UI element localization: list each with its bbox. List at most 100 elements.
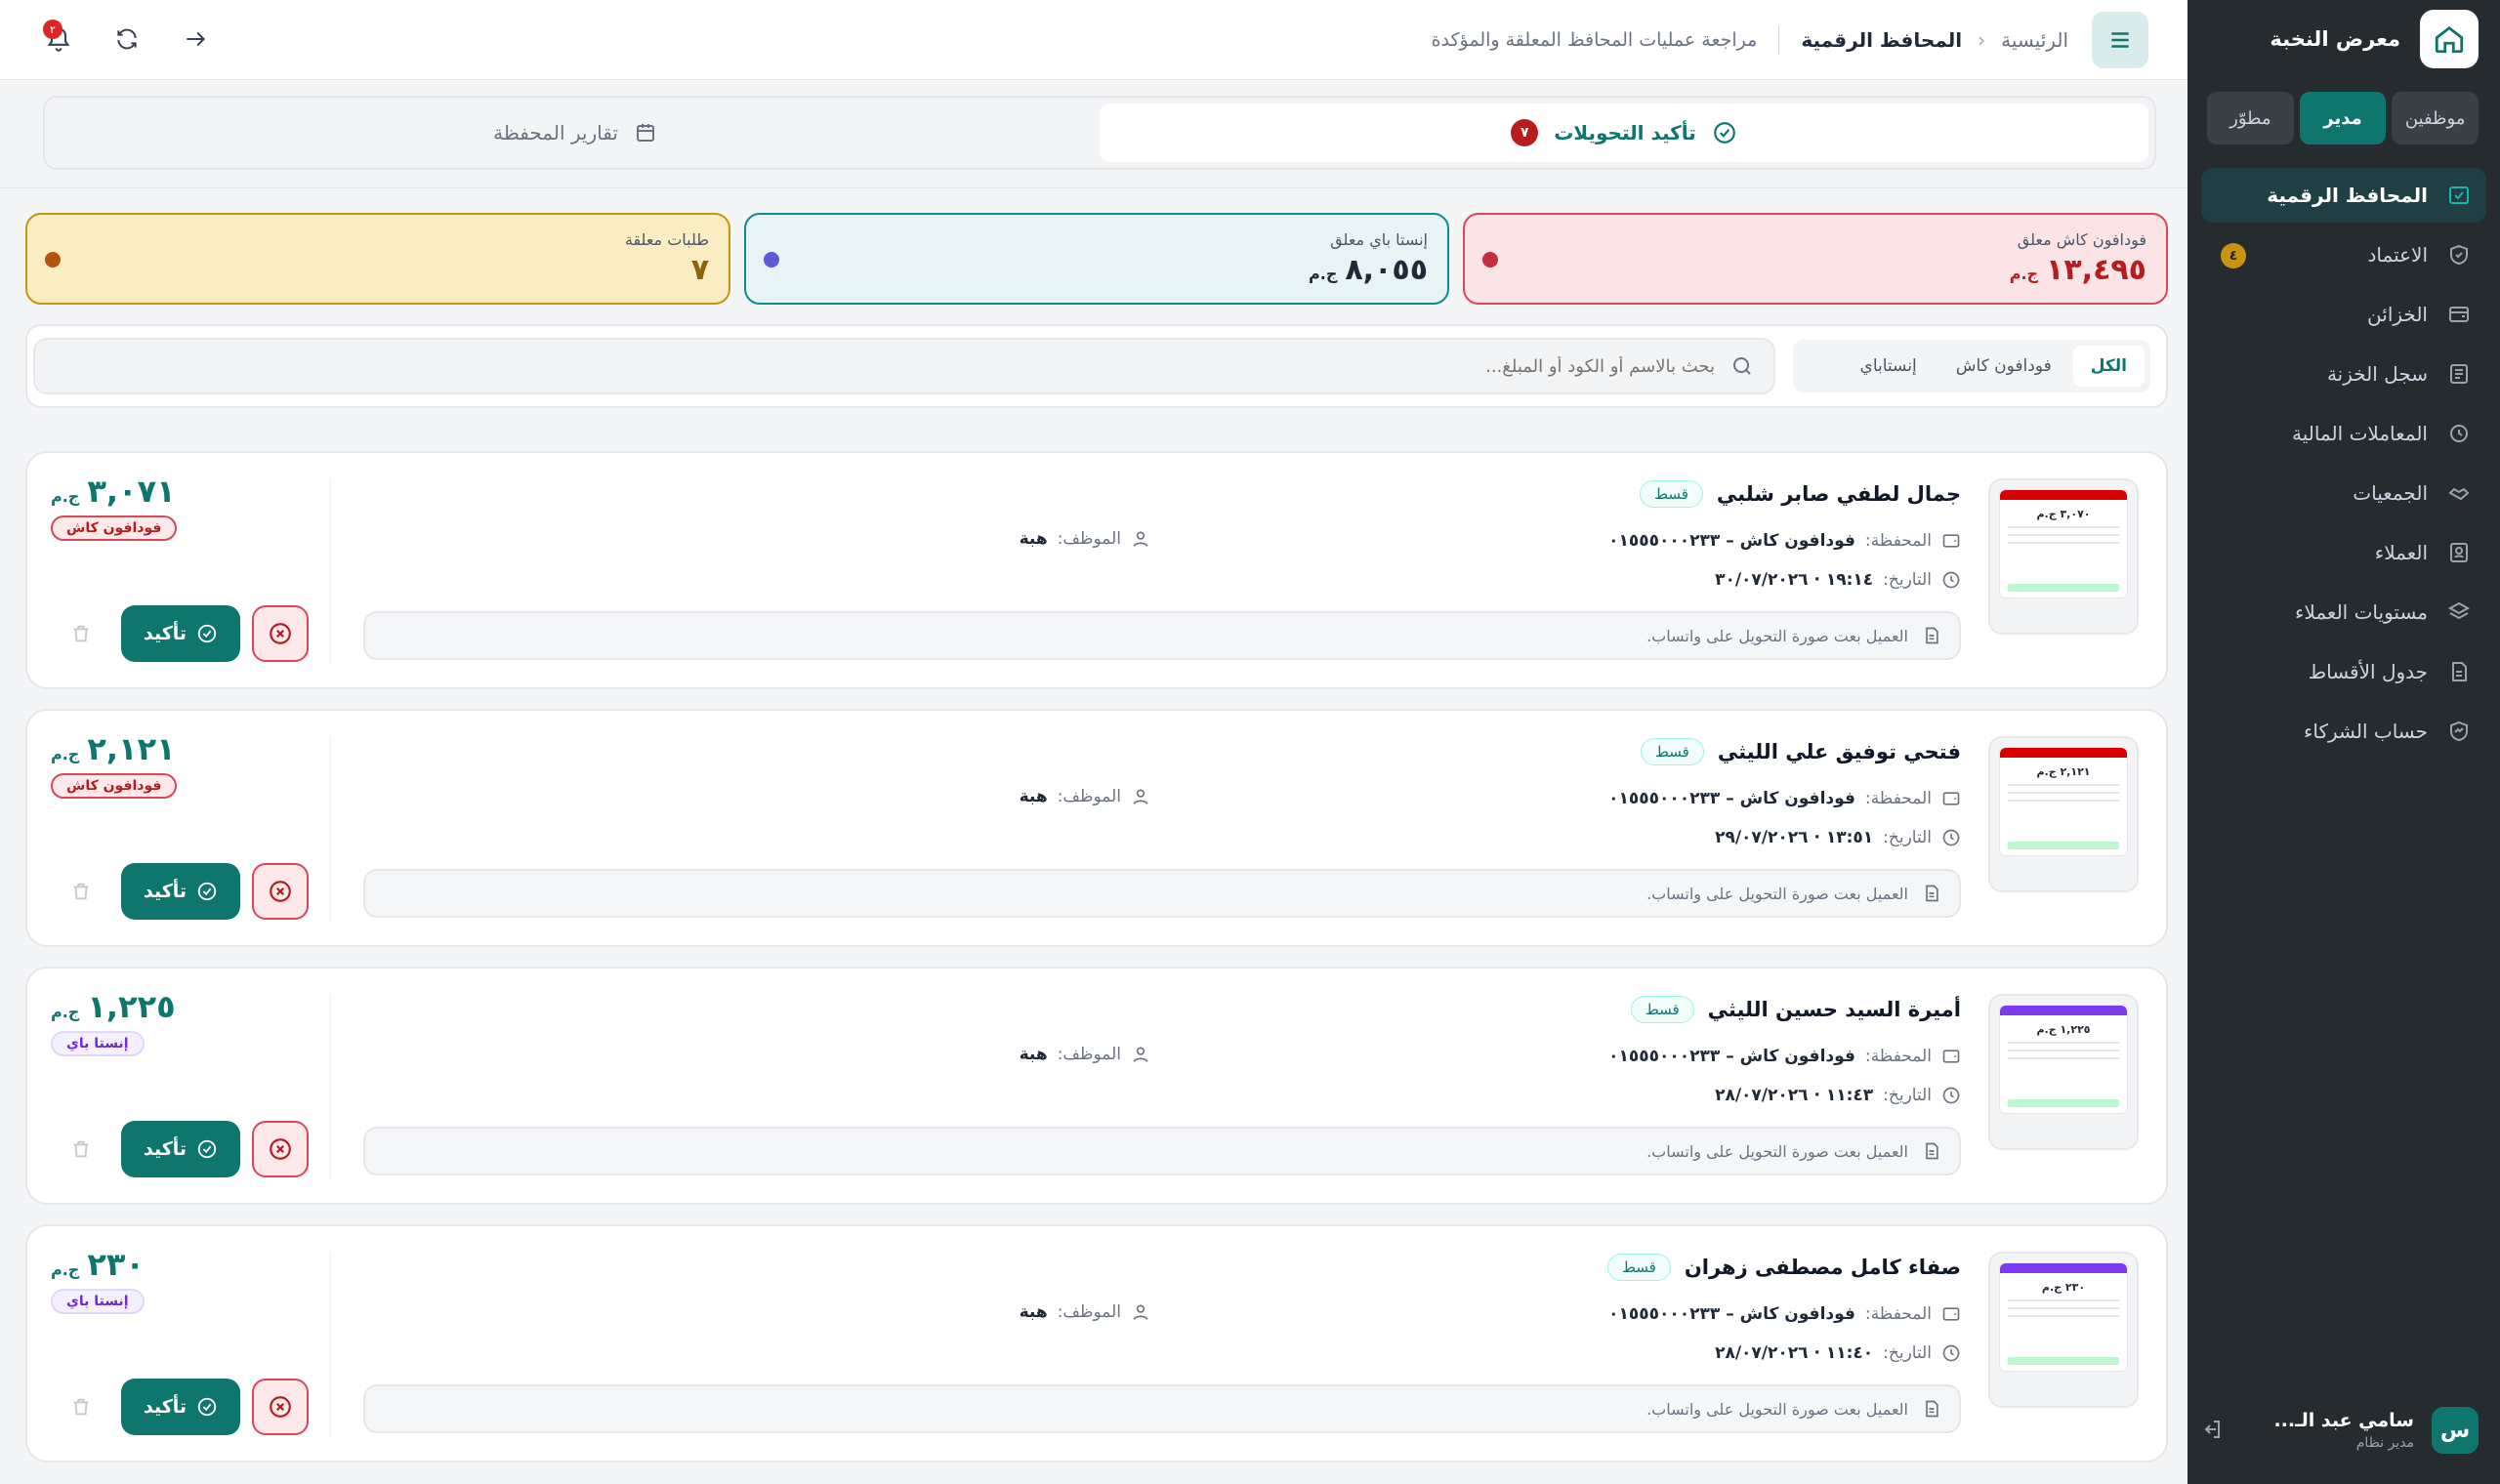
- ledger-icon: [2450, 364, 2468, 384]
- tab-confirm-transfers[interactable]: تأكيد التحويلات ٧: [1100, 103, 2148, 162]
- trash-icon: [73, 625, 89, 642]
- user-profile[interactable]: س سامي عبد الـ... مدير نظام: [2200, 1404, 2479, 1457]
- sidebar-item-digital-wallets[interactable]: المحافظ الرقمية: [2201, 168, 2486, 223]
- sidebar-item-safe-log[interactable]: سجل الخزنة: [2201, 347, 2486, 401]
- receipt-thumbnail[interactable]: ٣,٠٧٠ ج.م: [1988, 478, 2139, 635]
- check-circle-icon: [197, 624, 217, 643]
- refresh-button[interactable]: [107, 20, 146, 59]
- partners-icon: [2450, 721, 2468, 742]
- sidebar-item-approval[interactable]: الاعتماد ٤: [2201, 227, 2486, 282]
- wallet-type-badge: إنستا باي: [51, 1289, 145, 1314]
- delete-button[interactable]: [66, 1134, 96, 1164]
- brand[interactable]: معرض النخبة: [2270, 10, 2479, 68]
- sidebar-item-label: الخزائن: [2367, 303, 2428, 326]
- stat-number: ١٣,٤٩٥: [2046, 253, 2146, 287]
- receipt-confirm-bar: [2008, 1357, 2119, 1365]
- date-value: ١٣:٥١ · ٢٩/٠٧/٢٠٢٦: [1715, 828, 1874, 847]
- search-input[interactable]: [55, 355, 1715, 377]
- refresh-icon: [117, 28, 137, 50]
- confirm-button[interactable]: تأكيد: [121, 605, 240, 662]
- role-employees-button[interactable]: موظفين: [2392, 92, 2479, 144]
- amount-unit: ج.م: [51, 745, 80, 763]
- calendar-icon: [636, 124, 654, 142]
- sidebar-item-label: جدول الأقساط: [2308, 660, 2428, 683]
- wallet-value: فودافون كاش – ٠١٥٥٥٠٠٠٢٣٣: [1608, 1047, 1855, 1066]
- role-manager-button[interactable]: مدير: [2299, 92, 2387, 144]
- section-divider: [0, 187, 2188, 188]
- stat-card-vodafone-pending: فودافون كاش معلق ١٣,٤٩٥ ج.م: [1463, 213, 2168, 305]
- avatar: س: [2432, 1407, 2479, 1454]
- tab-wallet-reports[interactable]: تقارير المحفظة: [51, 103, 1100, 162]
- type-badge: قسط: [1640, 480, 1703, 508]
- date-value: ١١:٤٣ · ٢٨/٠٧/٢٠٢٦: [1715, 1086, 1874, 1105]
- note-icon: [1926, 1142, 1938, 1160]
- wallet-type-badge: إنستا باي: [51, 1031, 145, 1056]
- date-label: التاريخ:: [1883, 1086, 1932, 1105]
- confirm-label: تأكيد: [143, 623, 188, 644]
- reject-button[interactable]: [252, 1121, 309, 1177]
- role-developer-button[interactable]: مطوّر: [2206, 92, 2294, 144]
- breadcrumb-home[interactable]: الرئيسية: [2001, 28, 2068, 52]
- amount: ٣,٠٧١ ج.م: [51, 473, 176, 510]
- delete-button[interactable]: [66, 619, 96, 648]
- menu-toggle-button[interactable]: [2092, 12, 2148, 68]
- sidebar-item-safes[interactable]: الخزائن: [2201, 287, 2486, 342]
- confirm-button[interactable]: تأكيد: [121, 863, 240, 920]
- logout-icon[interactable]: [2200, 1418, 2224, 1445]
- wallet-type-badge: فودافون كاش: [51, 515, 178, 541]
- date-label: التاريخ:: [1883, 570, 1932, 590]
- sidebar-item-financial-transactions[interactable]: المعاملات المالية: [2201, 406, 2486, 461]
- notifications-button[interactable]: ٢: [39, 20, 78, 59]
- stat-number: ٨,٠٥٥: [1345, 253, 1428, 287]
- receipt-line: [2008, 1307, 2119, 1309]
- type-badge: قسط: [1607, 1254, 1671, 1281]
- date-value: ١٩:١٤ · ٣٠/٠٧/٢٠٢٦: [1715, 570, 1874, 590]
- breadcrumb-separator: ‹: [1978, 28, 1986, 52]
- reject-button[interactable]: [252, 1379, 309, 1435]
- confirm-button[interactable]: تأكيد: [121, 1379, 240, 1435]
- card-divider: [330, 478, 331, 664]
- transfer-card: ٢,١٢١ ج.م فتحي توفيق علي الليثي قسط المح…: [25, 709, 2168, 947]
- sidebar-item-label: المعاملات المالية: [2292, 422, 2428, 445]
- reject-button[interactable]: [252, 605, 309, 662]
- sidebar-item-associations[interactable]: الجمعيات: [2201, 466, 2486, 520]
- receipt-thumbnail[interactable]: ١,٢٢٥ ج.م: [1988, 994, 2139, 1150]
- filter-instapay[interactable]: إنستاباي: [1843, 346, 1935, 387]
- receipt-thumbnail[interactable]: ٢٣٠ ج.م: [1988, 1252, 2139, 1408]
- employee-row: الموظف: هبة: [1020, 1045, 1150, 1064]
- filter-vodafone[interactable]: فودافون كاش: [1938, 346, 2069, 387]
- stat-unit: ج.م: [2009, 265, 2039, 283]
- stat-value: ٧: [47, 253, 709, 287]
- wallet-value: فودافون كاش – ٠١٥٥٥٠٠٠٢٣٣: [1608, 789, 1855, 808]
- sidebar-item-partners[interactable]: حساب الشركاء: [2201, 704, 2486, 759]
- note-text: العميل بعت صورة التحويل على واتساب.: [1646, 1141, 1908, 1161]
- delete-button[interactable]: [66, 877, 96, 906]
- contacts-icon: [2450, 543, 2468, 562]
- wallet-label: المحفظة:: [1864, 1047, 1932, 1066]
- main-content: الرئيسية ‹ المحافظ الرقمية مراجعة عمليات…: [0, 0, 2188, 1484]
- employee-row: الموظف: هبة: [1020, 1302, 1150, 1322]
- sidebar-item-customer-levels[interactable]: مستويات العملاء: [2201, 585, 2486, 639]
- confirm-label: تأكيد: [143, 1138, 188, 1160]
- forward-button[interactable]: [176, 20, 215, 59]
- filter-all[interactable]: الكل: [2072, 346, 2145, 387]
- wallet-value: فودافون كاش – ٠١٥٥٥٠٠٠٢٣٣: [1608, 531, 1855, 551]
- history-icon: [2450, 425, 2468, 442]
- sidebar-item-customers[interactable]: العملاء: [2201, 525, 2486, 580]
- confirm-button[interactable]: تأكيد: [121, 1121, 240, 1177]
- reject-button[interactable]: [252, 863, 309, 920]
- home-logo-icon: [2420, 10, 2479, 68]
- receipt-confirm-bar: [2008, 584, 2119, 592]
- delete-button[interactable]: [66, 1392, 96, 1422]
- trash-icon: [73, 883, 89, 900]
- employee-value: هبة: [1019, 1302, 1048, 1322]
- clock-icon: [1942, 1344, 1960, 1362]
- type-badge: قسط: [1630, 996, 1694, 1023]
- receipt-line: [2008, 1042, 2119, 1044]
- breadcrumb: الرئيسية ‹ المحافظ الرقمية مراجعة عمليات…: [1432, 25, 2068, 55]
- receipt-thumbnail[interactable]: ٢,١٢١ ج.م: [1988, 736, 2139, 892]
- stat-value: ١٣,٤٩٥ ج.م: [1484, 253, 2146, 287]
- sidebar-item-installments[interactable]: جدول الأقساط: [2201, 644, 2486, 699]
- transfer-card: ١,٢٢٥ ج.م أميرة السيد حسين الليثي قسط ال…: [25, 967, 2168, 1205]
- transfer-card: ٣,٠٧٠ ج.م جمال لطفي صابر شلبي قسط المحفظ…: [25, 451, 2168, 689]
